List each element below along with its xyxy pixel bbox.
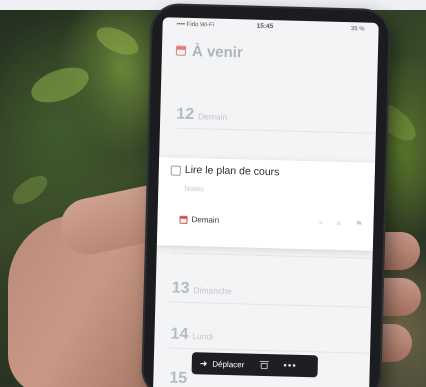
day-number: 13 xyxy=(171,279,190,298)
trash-icon[interactable] xyxy=(260,361,267,369)
calendar-icon xyxy=(179,215,188,224)
day-number: 14 xyxy=(170,325,189,344)
day-number: 12 xyxy=(176,105,195,124)
phone-screen: •••• Fido Wi-Fi 15:45 35 % À venir 12 De… xyxy=(152,17,379,387)
task-tools: ⚬ ≡ ⚑ xyxy=(317,218,363,228)
photo-scene: •••• Fido Wi-Fi 15:45 35 % À venir 12 De… xyxy=(0,0,426,387)
calendar-icon xyxy=(175,45,187,56)
task-card[interactable]: Lire le plan de cours Notes Demain ⚬ ≡ ⚑ xyxy=(156,157,376,251)
leaf xyxy=(7,170,53,210)
more-icon[interactable]: ••• xyxy=(283,360,297,371)
leaf xyxy=(92,21,143,61)
day-section-12[interactable]: 12 Demain xyxy=(176,106,228,125)
phone-device: •••• Fido Wi-Fi 15:45 35 % À venir 12 De… xyxy=(142,4,390,387)
task-notes-field[interactable]: Notes xyxy=(184,184,204,194)
arrow-right-icon: ➜ xyxy=(199,357,208,369)
day-number: 15 xyxy=(169,369,188,387)
bottom-action-bar: ➜ Déplacer ••• xyxy=(191,352,319,378)
page-title: À venir xyxy=(191,42,244,61)
day-section-15[interactable]: 15 xyxy=(169,370,187,387)
day-name: Lundi xyxy=(192,331,214,342)
tag-icon[interactable]: ⚬ xyxy=(317,218,325,227)
page-header: À venir xyxy=(175,40,244,64)
move-button[interactable]: ➜ Déplacer xyxy=(200,358,245,370)
battery-level: 35 % xyxy=(350,26,365,33)
carrier-label: •••• Fido Wi-Fi xyxy=(176,21,215,29)
day-name: Demain xyxy=(197,111,228,122)
task-title[interactable]: Lire le plan de cours xyxy=(185,164,280,178)
checklist-icon[interactable]: ≡ xyxy=(336,219,344,228)
divider xyxy=(169,301,372,308)
clock: 15:45 xyxy=(256,22,274,31)
task-checkbox[interactable] xyxy=(170,165,181,176)
due-label: Demain xyxy=(191,215,220,225)
divider xyxy=(170,252,373,259)
day-section-13[interactable]: 13 Dimanche xyxy=(171,280,232,300)
divider xyxy=(173,127,376,134)
leaf xyxy=(26,60,94,110)
day-section-14[interactable]: 14 Lundi xyxy=(170,326,213,345)
status-bar: •••• Fido Wi-Fi 15:45 35 % xyxy=(162,17,378,37)
move-label: Déplacer xyxy=(212,359,245,369)
task-due-date[interactable]: Demain xyxy=(179,215,219,225)
flag-icon[interactable]: ⚑ xyxy=(355,219,363,228)
day-name: Dimanche xyxy=(193,285,232,297)
